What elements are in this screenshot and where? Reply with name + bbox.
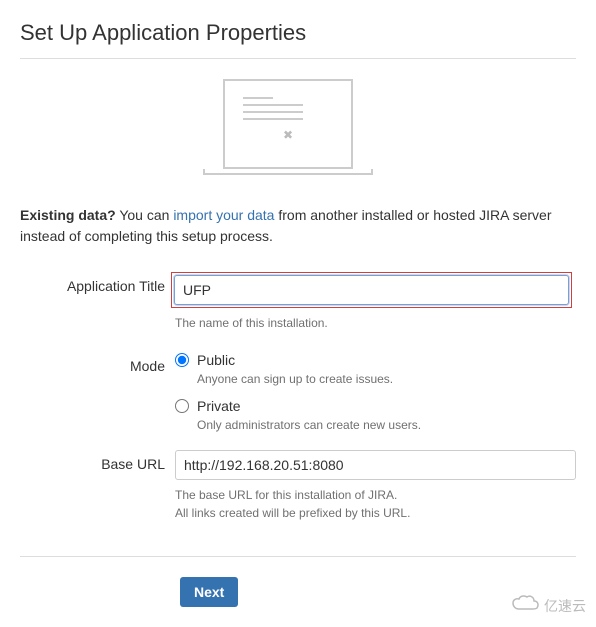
mode-private-radio[interactable] xyxy=(175,399,189,413)
hero-illustration: ✖ xyxy=(20,79,576,175)
application-title-hint: The name of this installation. xyxy=(175,314,576,332)
mode-private-hint: Only administrators can create new users… xyxy=(197,418,576,432)
base-url-hint: The base URL for this installation of JI… xyxy=(175,486,576,522)
next-button[interactable]: Next xyxy=(180,577,238,607)
page-title: Set Up Application Properties xyxy=(20,20,576,59)
application-title-label: Application Title xyxy=(20,272,175,346)
mode-public-radio[interactable] xyxy=(175,353,189,367)
document-icon: ✖ xyxy=(243,128,333,142)
watermark-text: 亿速云 xyxy=(544,596,586,616)
mode-private-label: Private xyxy=(197,398,241,414)
mode-public-label: Public xyxy=(197,352,235,368)
mode-public-hint: Anyone can sign up to create issues. xyxy=(197,372,576,386)
import-your-data-link[interactable]: import your data xyxy=(173,207,274,223)
base-url-label: Base URL xyxy=(20,450,175,536)
watermark: 亿速云 xyxy=(512,595,586,616)
base-url-input[interactable] xyxy=(175,450,576,480)
application-title-input[interactable] xyxy=(174,275,569,305)
existing-data-text: Existing data? You can import your data … xyxy=(20,205,576,247)
existing-data-prefix: Existing data? xyxy=(20,207,116,223)
mode-label: Mode xyxy=(20,352,175,444)
divider xyxy=(20,556,576,557)
laptop-icon: ✖ xyxy=(223,79,373,175)
cloud-icon xyxy=(512,595,540,616)
